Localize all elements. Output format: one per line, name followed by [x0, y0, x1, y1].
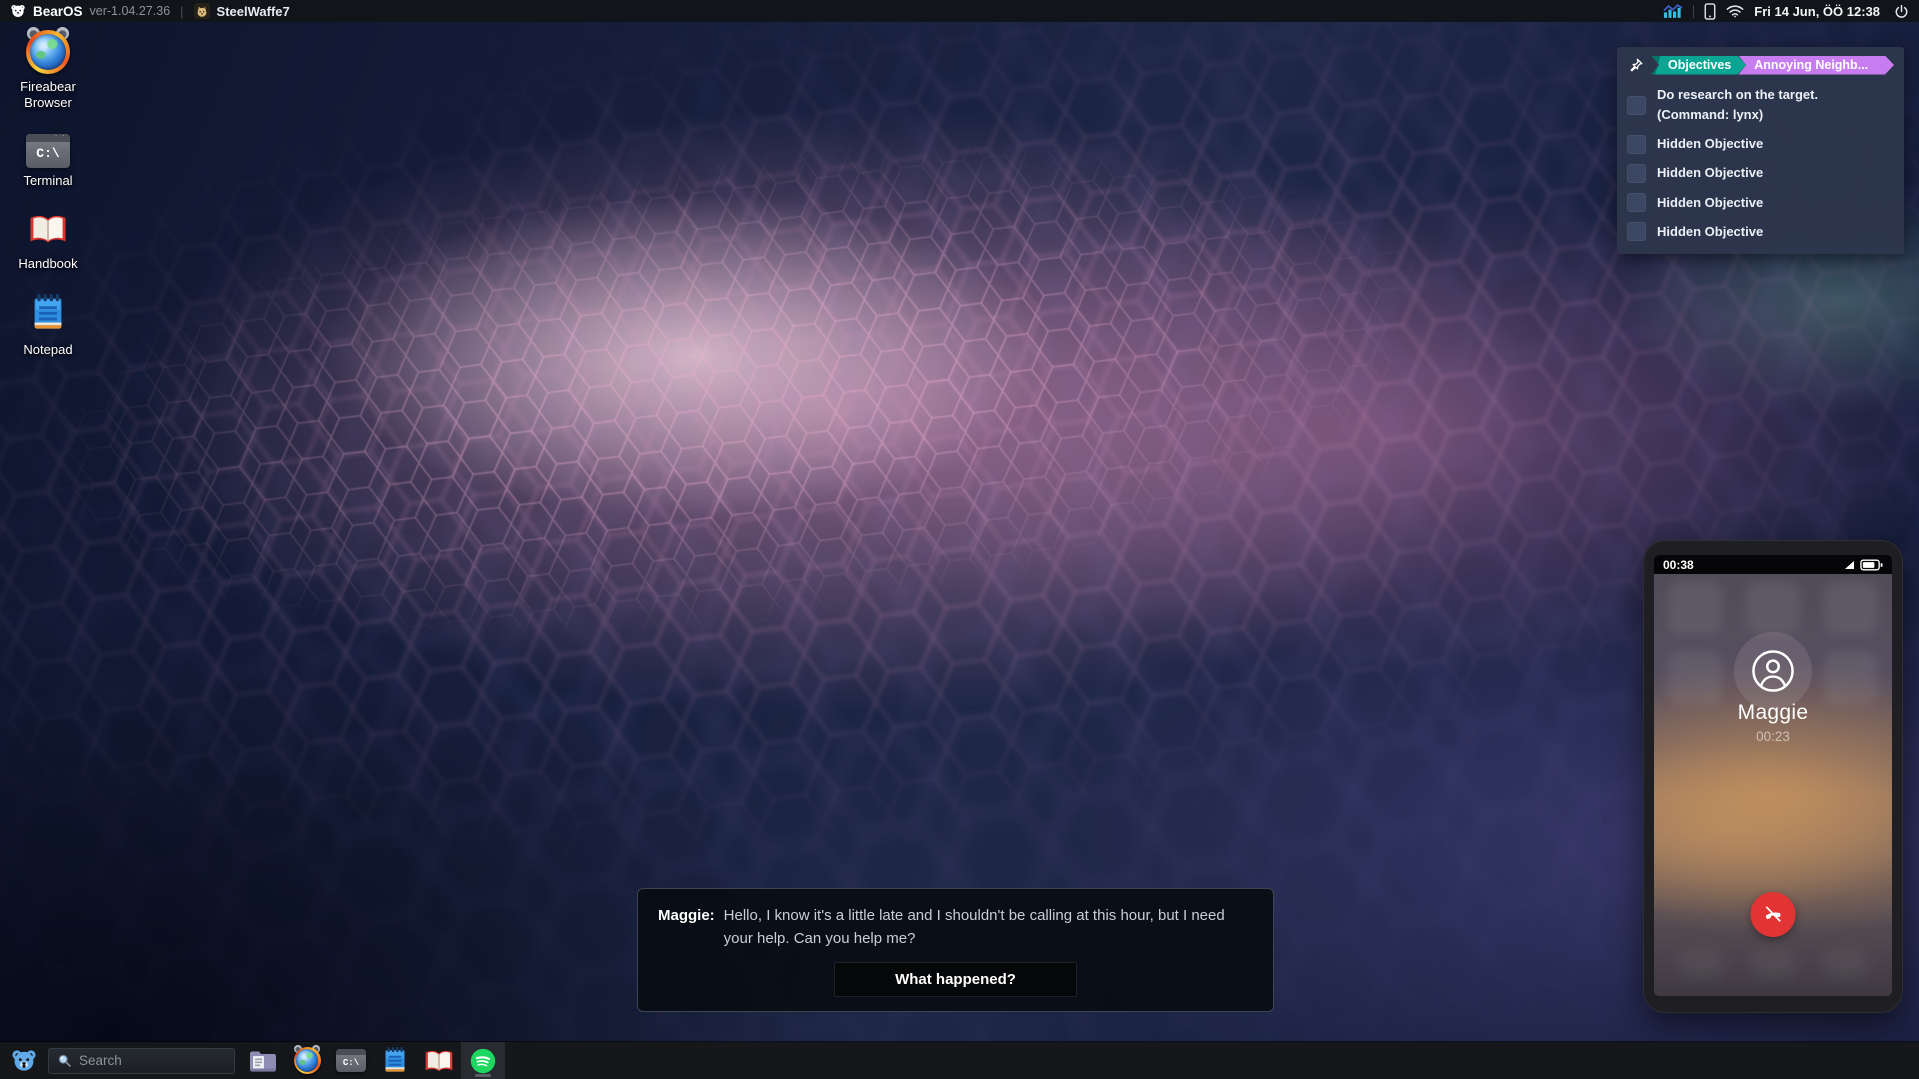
objective-checkbox[interactable] — [1627, 135, 1646, 154]
top-bar-left: BearOS ver-1.04.27.36 | SteelWaffe7 — [10, 3, 290, 19]
dialog-choice-button[interactable]: What happened? — [834, 962, 1077, 997]
blurred-dock-icon — [1678, 948, 1724, 978]
fireabear-browser-icon — [26, 30, 70, 74]
notepad-icon — [383, 1047, 407, 1074]
taskbar-apps: C:\ — [241, 1042, 505, 1079]
power-icon[interactable] — [1894, 4, 1909, 19]
blurred-app-icon — [1824, 651, 1878, 705]
objective-row: Hidden Objective — [1627, 134, 1894, 154]
person-circle-icon — [1750, 648, 1796, 694]
phone-status-bar: 00:38 — [1654, 555, 1892, 574]
taskbar-app-notepad[interactable] — [373, 1042, 417, 1079]
dialog-speaker: Maggie: — [658, 905, 715, 950]
objective-row: Hidden Objective — [1627, 222, 1894, 242]
game-screen: BearOS ver-1.04.27.36 | SteelWaffe7 Fri … — [0, 0, 1919, 1079]
start-button[interactable] — [8, 1045, 40, 1077]
profile-avatar — [194, 3, 210, 19]
blurred-app-icon — [1668, 651, 1722, 705]
terminal-icon: C:\ — [336, 1049, 366, 1072]
clock: Fri 14 Jun, ÖÖ 12:38 — [1754, 4, 1880, 19]
search-icon — [57, 1053, 72, 1068]
handbook-icon — [27, 211, 69, 251]
handbook-icon — [423, 1047, 455, 1074]
desktop-icon-handbook[interactable]: Handbook — [8, 211, 88, 272]
objective-checkbox[interactable] — [1627, 222, 1646, 241]
taskbar-app-terminal[interactable]: C:\ — [329, 1042, 373, 1079]
phone-screen: 00:38 Maggie 00:23 — [1654, 555, 1892, 996]
tab-objectives[interactable]: Objectives — [1651, 56, 1746, 75]
taskbar-app-spotify[interactable] — [461, 1042, 505, 1079]
notepad-icon — [31, 294, 65, 337]
phone-status-time: 00:38 — [1663, 558, 1694, 572]
desktop-icon-label: Terminal — [23, 173, 72, 189]
tray-divider — [1693, 5, 1694, 18]
phone-overlay: 00:38 Maggie 00:23 — [1643, 540, 1903, 1013]
objective-row: Do research on the target. (Command: lyn… — [1627, 85, 1894, 125]
call-duration: 00:23 — [1654, 729, 1892, 744]
taskbar-app-handbook[interactable] — [417, 1042, 461, 1079]
signal-icon — [1845, 561, 1854, 569]
blurred-app-icon — [1746, 581, 1800, 635]
activity-chart-icon[interactable] — [1663, 4, 1683, 19]
os-name: BearOS — [33, 4, 83, 19]
desktop-icon-fireabear-browser[interactable]: Fireabear Browser — [8, 30, 88, 112]
objective-text: Hidden Objective — [1657, 134, 1763, 154]
objective-checkbox[interactable] — [1627, 164, 1646, 183]
bear-start-icon — [10, 1047, 38, 1075]
contact-name: Maggie — [1654, 701, 1892, 725]
taskbar: C:\ — [0, 1042, 1919, 1079]
terminal-icon: C:\ — [26, 134, 70, 168]
dialog-box: Maggie: Hello, I know it's a little late… — [637, 888, 1274, 1012]
objectives-header: Objectives Annoying Neighb... — [1627, 55, 1894, 75]
objective-text: Hidden Objective — [1657, 193, 1763, 213]
objective-text: Hidden Objective — [1657, 222, 1763, 242]
objective-checkbox[interactable] — [1627, 193, 1646, 212]
desktop-icon-terminal[interactable]: C:\ Terminal — [8, 134, 88, 189]
fireabear-browser-icon — [294, 1047, 321, 1074]
blurred-dock-icon — [1822, 948, 1868, 978]
tab-label: Objectives — [1668, 58, 1731, 72]
blurred-app-icon — [1824, 581, 1878, 635]
system-tray: Fri 14 Jun, ÖÖ 12:38 — [1663, 3, 1909, 20]
os-version: ver-1.04.27.36 — [90, 4, 171, 18]
dialog-line: Maggie: Hello, I know it's a little late… — [658, 905, 1253, 950]
objective-checkbox[interactable] — [1627, 96, 1646, 115]
phone-icon[interactable] — [1704, 3, 1716, 20]
hangup-button[interactable] — [1751, 892, 1796, 937]
objective-row: Hidden Objective — [1627, 193, 1894, 213]
taskbar-app-file-manager[interactable] — [241, 1042, 285, 1079]
dialog-message: Hello, I know it's a little late and I s… — [724, 905, 1253, 950]
spotify-icon — [470, 1048, 496, 1074]
objectives-panel: Objectives Annoying Neighb... Do researc… — [1617, 47, 1904, 254]
hangup-phone-icon — [1762, 903, 1785, 926]
desktop-icon-label: Fireabear Browser — [11, 79, 85, 112]
profile-name: SteelWaffe7 — [217, 4, 290, 19]
objective-row: Hidden Objective — [1627, 163, 1894, 183]
blurred-dock-icon — [1750, 948, 1796, 978]
desktop-icon-notepad[interactable]: Notepad — [8, 294, 88, 358]
contact-avatar — [1734, 632, 1812, 710]
tab-annoying-neighbor[interactable]: Annoying Neighb... — [1738, 56, 1894, 75]
phone-status-icons — [1845, 559, 1883, 571]
desktop-icon-label: Handbook — [18, 256, 77, 272]
objectives-list: Do research on the target. (Command: lyn… — [1627, 85, 1894, 242]
desktop-icon-column: Fireabear Browser C:\ Terminal Handbook … — [8, 30, 88, 358]
topbar-divider: | — [177, 4, 186, 19]
desktop-icon-label: Notepad — [23, 342, 72, 358]
top-bar: BearOS ver-1.04.27.36 | SteelWaffe7 Fri … — [0, 0, 1919, 22]
battery-icon — [1860, 559, 1883, 571]
taskbar-app-fireabear-browser[interactable] — [285, 1042, 329, 1079]
search-box — [48, 1048, 235, 1074]
objective-text: Do research on the target. (Command: lyn… — [1657, 85, 1818, 125]
wifi-icon[interactable] — [1726, 4, 1744, 18]
tab-label: Annoying Neighb... — [1754, 58, 1868, 72]
bearos-logo-icon — [10, 3, 26, 19]
blurred-app-icon — [1668, 581, 1722, 635]
phone-dock — [1654, 948, 1892, 982]
search-input[interactable] — [79, 1053, 226, 1068]
file-manager-icon — [248, 1049, 278, 1073]
active-app-indicator — [475, 1074, 491, 1077]
pin-icon[interactable] — [1627, 57, 1644, 74]
objective-text: Hidden Objective — [1657, 163, 1763, 183]
